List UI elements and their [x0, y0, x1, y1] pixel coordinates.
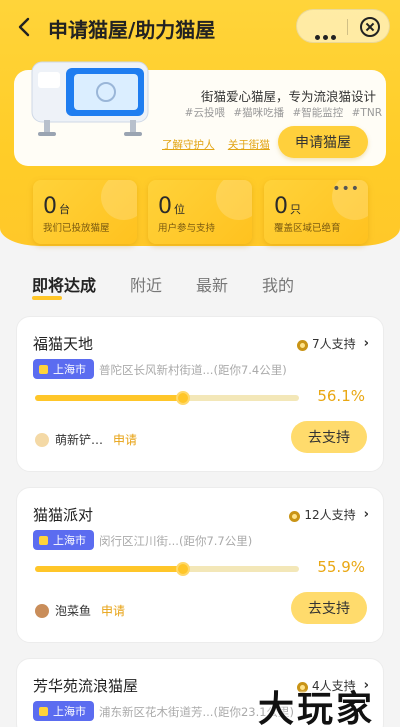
location-icon: [39, 364, 48, 374]
tab-nearby[interactable]: 附近: [130, 272, 162, 296]
stat-value: 0台: [43, 194, 70, 219]
stat-label: 用户参与支持: [158, 223, 216, 234]
avatar: [35, 432, 49, 447]
stat-decoration: [101, 180, 137, 220]
page-title: 申请猫屋/助力猫屋: [48, 18, 216, 42]
progress-fill: [35, 395, 184, 401]
cat-house-image: [31, 61, 149, 136]
medal-icon: [297, 337, 308, 351]
more-icon[interactable]: [315, 25, 339, 44]
applicant: 萌新铲… 申请: [35, 431, 137, 448]
applicant-role: 申请: [101, 604, 126, 618]
chevron-right-icon: ›: [363, 336, 369, 351]
tag: #猫咪吃播: [233, 107, 285, 119]
tag: #智能监控: [292, 107, 344, 119]
stat-card-users: 0位 用户参与支持: [148, 180, 252, 244]
close-icon[interactable]: [360, 17, 380, 37]
hero-links: 了解守护人 关于街猫: [162, 137, 280, 152]
apply-cat-house-button[interactable]: 申请猫屋: [278, 126, 368, 158]
back-arrow-icon[interactable]: [14, 16, 36, 38]
progress-percent: 56.1%: [317, 387, 365, 405]
chevron-right-icon: ›: [363, 507, 369, 522]
progress-track: [35, 391, 299, 405]
cat-house-card[interactable]: 猫猫派对 12人支持 › 上海市 闵行区江川街...(距你7.7公里) 55.9…: [16, 487, 384, 643]
support-count[interactable]: 7人支持 ›: [297, 335, 369, 352]
location-icon: [39, 535, 48, 545]
tab-mine[interactable]: 我的: [262, 272, 294, 296]
cat-house-name: 芳华苑流浪猫屋: [33, 677, 139, 695]
stat-card-neutered: ••• 0只 覆盖区域已绝育: [264, 180, 368, 244]
stat-label: 我们已投放猫屋: [43, 223, 110, 234]
applicant-name: 泡菜鱼: [55, 604, 92, 618]
applicant-role: 申请: [113, 433, 138, 447]
stat-value: 0位: [158, 194, 185, 219]
cat-house-name: 猫猫派对: [33, 506, 94, 524]
progress-knob: [176, 391, 191, 405]
stat-card-houses: 0台 我们已投放猫屋: [33, 180, 137, 244]
avatar: [35, 603, 49, 618]
tab-latest[interactable]: 最新: [196, 272, 228, 296]
progress-fill: [35, 566, 183, 572]
link-guardian[interactable]: 了解守护人: [162, 139, 215, 151]
progress-knob: [175, 562, 190, 576]
active-tab-indicator: [32, 296, 62, 300]
stat-value: 0只: [274, 194, 301, 219]
support-button[interactable]: 去支持: [291, 421, 367, 453]
tab-upcoming[interactable]: 即将达成: [32, 272, 96, 296]
city-badge: 上海市: [33, 359, 94, 379]
address: 普陀区长风新村街道...(距你7.4公里): [99, 363, 287, 377]
applicant-name: 萌新铲…: [55, 433, 104, 447]
applicant: 泡菜鱼 申请: [35, 602, 125, 619]
stat-decoration: [216, 180, 252, 220]
stat-more-icon[interactable]: •••: [332, 181, 360, 197]
support-count[interactable]: 12人支持 ›: [289, 506, 369, 523]
city-badge: 上海市: [33, 701, 94, 721]
watermark: 大玩家: [258, 689, 376, 727]
hero-tags: #云投喂 #猫咪吃播 #智能监控 #TNR: [180, 105, 382, 120]
support-button[interactable]: 去支持: [291, 592, 367, 624]
progress-track: [35, 562, 299, 576]
location-icon: [39, 706, 48, 716]
nav-bar: 申请猫屋/助力猫屋: [0, 0, 400, 56]
capsule-divider: [347, 19, 348, 35]
address: 闵行区江川街...(距你7.7公里): [99, 534, 253, 548]
tag: #TNR: [351, 107, 382, 119]
link-about[interactable]: 关于街猫: [228, 139, 270, 151]
hero-description: 街猫爱心猫屋，专为流浪猫设计: [200, 89, 376, 104]
tag: #云投喂: [184, 107, 225, 119]
cat-house-name: 福猫天地: [33, 335, 94, 353]
medal-icon: [289, 508, 301, 522]
mini-program-capsule: [296, 9, 390, 43]
progress-percent: 55.9%: [317, 558, 365, 576]
city-badge: 上海市: [33, 530, 94, 550]
stat-label: 覆盖区域已绝育: [274, 223, 341, 234]
cat-house-card[interactable]: 福猫天地 7人支持 › 上海市 普陀区长风新村街道...(距你7.4公里) 56…: [16, 316, 384, 472]
